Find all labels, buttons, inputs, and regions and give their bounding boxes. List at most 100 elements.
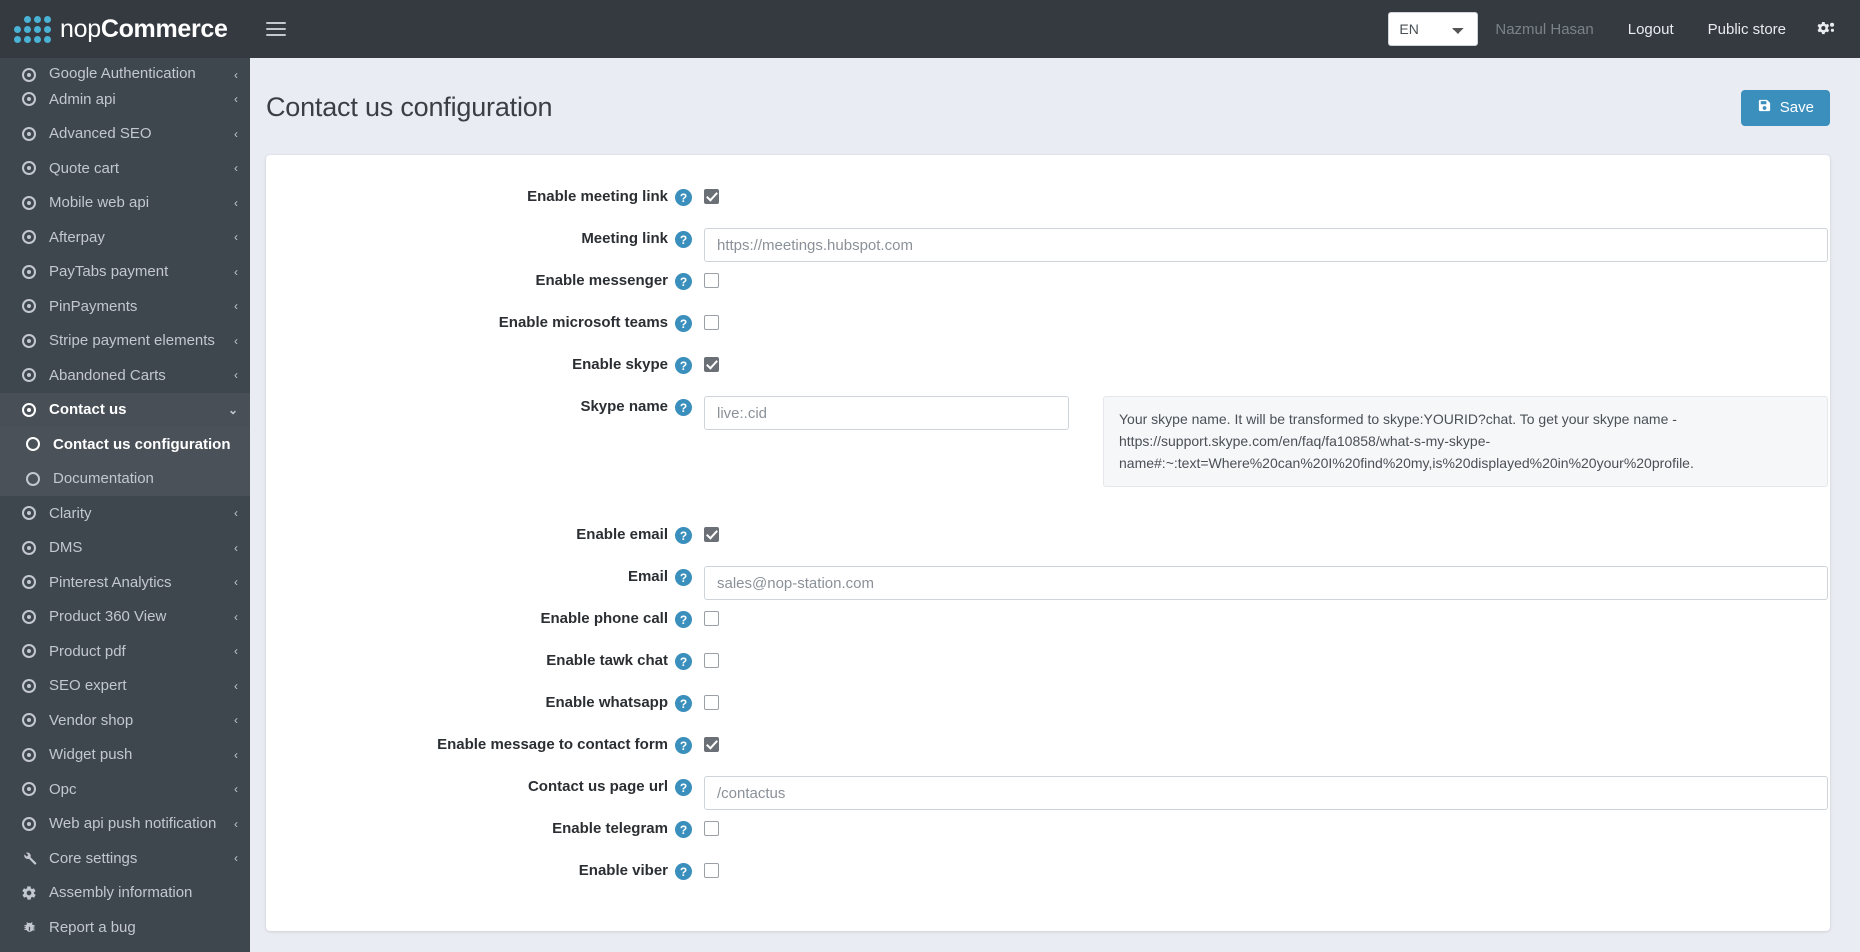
enable-telegram-checkbox[interactable] xyxy=(704,821,719,837)
enable-message-to-contact-form-checkbox[interactable] xyxy=(704,737,719,753)
hamburger-menu-icon[interactable] xyxy=(250,0,302,58)
contact-us-page-url-input[interactable] xyxy=(704,776,1828,811)
label-text: Contact us page url xyxy=(527,778,668,796)
sidebar-item-label: Report a bug xyxy=(49,918,136,936)
label-text: Enable skype xyxy=(572,356,668,374)
sidebar-item-contact-us-configuration[interactable]: Contact us configuration xyxy=(0,427,250,462)
sidebar-item-clarity[interactable]: Clarity ‹ xyxy=(0,496,250,531)
chevron-left-icon: ‹ xyxy=(234,92,238,107)
field-row-enable-telegram: Enable telegram ? xyxy=(286,811,1810,853)
sidebar-item-stripe-payment-elements[interactable]: Stripe payment elements ‹ xyxy=(0,324,250,359)
label-text: Enable microsoft teams xyxy=(498,314,668,332)
help-icon[interactable]: ? xyxy=(675,653,692,671)
sidebar-item-pinpayments[interactable]: PinPayments ‹ xyxy=(0,289,250,324)
sidebar-item-label: Assembly information xyxy=(49,884,193,902)
control-enable-microsoft-teams xyxy=(704,305,1810,331)
gear-icon xyxy=(18,885,40,901)
brand-light: nop xyxy=(60,14,101,43)
sidebar-item-contact-us[interactable]: Contact us ⌄ xyxy=(0,392,250,427)
control-enable-whatsapp xyxy=(704,685,1810,711)
enable-meeting-link-checkbox[interactable] xyxy=(704,189,719,205)
sidebar-item-documentation[interactable]: Documentation xyxy=(0,461,250,496)
label-enable-microsoft-teams: Enable microsoft teams ? xyxy=(286,305,704,333)
chevron-left-icon: ‹ xyxy=(234,575,238,590)
sidebar-item-core-settings[interactable]: Core settings ‹ xyxy=(0,841,250,876)
help-icon[interactable]: ? xyxy=(675,527,692,545)
gears-icon[interactable] xyxy=(1803,20,1842,39)
sidebar-item-label: PinPayments xyxy=(49,297,138,315)
sidebar-item-abandoned-carts[interactable]: Abandoned Carts ‹ xyxy=(0,358,250,393)
sidebar-item-widget-push[interactable]: Widget push ‹ xyxy=(0,738,250,773)
meeting-link-input[interactable] xyxy=(704,228,1828,263)
sidebar-item-paytabs-payment[interactable]: PayTabs payment ‹ xyxy=(0,255,250,290)
language-select[interactable]: EN xyxy=(1388,12,1479,46)
help-icon[interactable]: ? xyxy=(675,315,692,333)
chevron-left-icon: ‹ xyxy=(234,333,238,348)
help-icon[interactable]: ? xyxy=(675,273,692,291)
brand-logo[interactable]: nopCommerce xyxy=(0,0,250,58)
label-text: Enable message to contact form xyxy=(437,736,668,754)
control-enable-skype xyxy=(704,347,1810,373)
help-icon[interactable]: ? xyxy=(675,821,692,839)
skype-name-input[interactable] xyxy=(704,396,1069,431)
help-icon[interactable]: ? xyxy=(675,737,692,755)
enable-viber-checkbox[interactable] xyxy=(704,863,719,879)
field-row-enable-tawk-chat: Enable tawk chat ? xyxy=(286,643,1810,685)
sidebar-item-label: Abandoned Carts xyxy=(49,366,166,384)
sidebar-item-pinterest-analytics[interactable]: Pinterest Analytics ‹ xyxy=(0,565,250,600)
sidebar-item-admin-api[interactable]: Admin api ‹ xyxy=(0,82,250,117)
help-icon[interactable]: ? xyxy=(675,231,692,249)
sidebar-item-label: Clarity xyxy=(49,504,92,522)
save-button[interactable]: Save xyxy=(1740,89,1830,126)
circle-icon xyxy=(22,437,44,452)
enable-messenger-checkbox[interactable] xyxy=(704,273,719,289)
dot-circle-icon xyxy=(18,299,40,314)
sidebar-navigation[interactable]: Google Authentication ‹ Admin api ‹ Adva… xyxy=(0,58,250,952)
email-input[interactable] xyxy=(704,566,1828,601)
enable-phone-call-checkbox[interactable] xyxy=(704,611,719,627)
chevron-left-icon: ‹ xyxy=(234,782,238,797)
label-contact-us-page-url: Contact us page url ? xyxy=(286,769,704,797)
enable-email-checkbox[interactable] xyxy=(704,527,719,543)
public-store-link[interactable]: Public store xyxy=(1691,21,1803,38)
logout-link[interactable]: Logout xyxy=(1611,21,1691,38)
enable-skype-checkbox[interactable] xyxy=(704,357,719,373)
chevron-left-icon: ‹ xyxy=(234,609,238,624)
sidebar-item-mobile-web-api[interactable]: Mobile web api ‹ xyxy=(0,186,250,221)
control-enable-phone-call xyxy=(704,601,1810,627)
dot-circle-icon xyxy=(18,402,40,417)
dot-circle-icon xyxy=(18,368,40,383)
help-icon[interactable]: ? xyxy=(675,863,692,881)
sidebar-item-afterpay[interactable]: Afterpay ‹ xyxy=(0,220,250,255)
dot-circle-icon xyxy=(18,195,40,210)
sidebar-item-web-api-push-notification[interactable]: Web api push notification ‹ xyxy=(0,807,250,842)
brand-bold: Commerce xyxy=(100,14,228,43)
help-icon[interactable]: ? xyxy=(675,695,692,713)
sidebar-item-advanced-seo[interactable]: Advanced SEO ‹ xyxy=(0,117,250,152)
enable-whatsapp-checkbox[interactable] xyxy=(704,695,719,711)
help-icon[interactable]: ? xyxy=(675,569,692,587)
help-icon[interactable]: ? xyxy=(675,611,692,629)
chevron-left-icon: ‹ xyxy=(234,816,238,831)
help-icon[interactable]: ? xyxy=(675,357,692,375)
sidebar-item-label: Opc xyxy=(49,780,77,798)
sidebar-item-product-360-view[interactable]: Product 360 View ‹ xyxy=(0,600,250,635)
sidebar-item-seo-expert[interactable]: SEO expert ‹ xyxy=(0,669,250,704)
sidebar-item-google-authentication[interactable]: Google Authentication ‹ xyxy=(0,58,250,82)
sidebar-item-dms[interactable]: DMS ‹ xyxy=(0,531,250,566)
field-row-enable-whatsapp: Enable whatsapp ? xyxy=(286,685,1810,727)
help-icon[interactable]: ? xyxy=(675,189,692,207)
sidebar-item-opc[interactable]: Opc ‹ xyxy=(0,772,250,807)
sidebar-item-vendor-shop[interactable]: Vendor shop ‹ xyxy=(0,703,250,738)
sidebar-item-product-pdf[interactable]: Product pdf ‹ xyxy=(0,634,250,669)
sidebar-item-assembly-information[interactable]: Assembly information xyxy=(0,876,250,911)
sidebar-item-label: Core settings xyxy=(49,849,138,867)
enable-tawk-chat-checkbox[interactable] xyxy=(704,653,719,669)
sidebar-item-quote-cart[interactable]: Quote cart ‹ xyxy=(0,151,250,186)
sidebar-item-report-a-bug[interactable]: Report a bug xyxy=(0,910,250,945)
enable-microsoft-teams-checkbox[interactable] xyxy=(704,315,719,331)
field-row-enable-skype: Enable skype ? xyxy=(286,347,1810,389)
help-icon[interactable]: ? xyxy=(675,399,692,417)
nopcommerce-dots-logo-icon xyxy=(14,15,51,43)
help-icon[interactable]: ? xyxy=(675,779,692,797)
